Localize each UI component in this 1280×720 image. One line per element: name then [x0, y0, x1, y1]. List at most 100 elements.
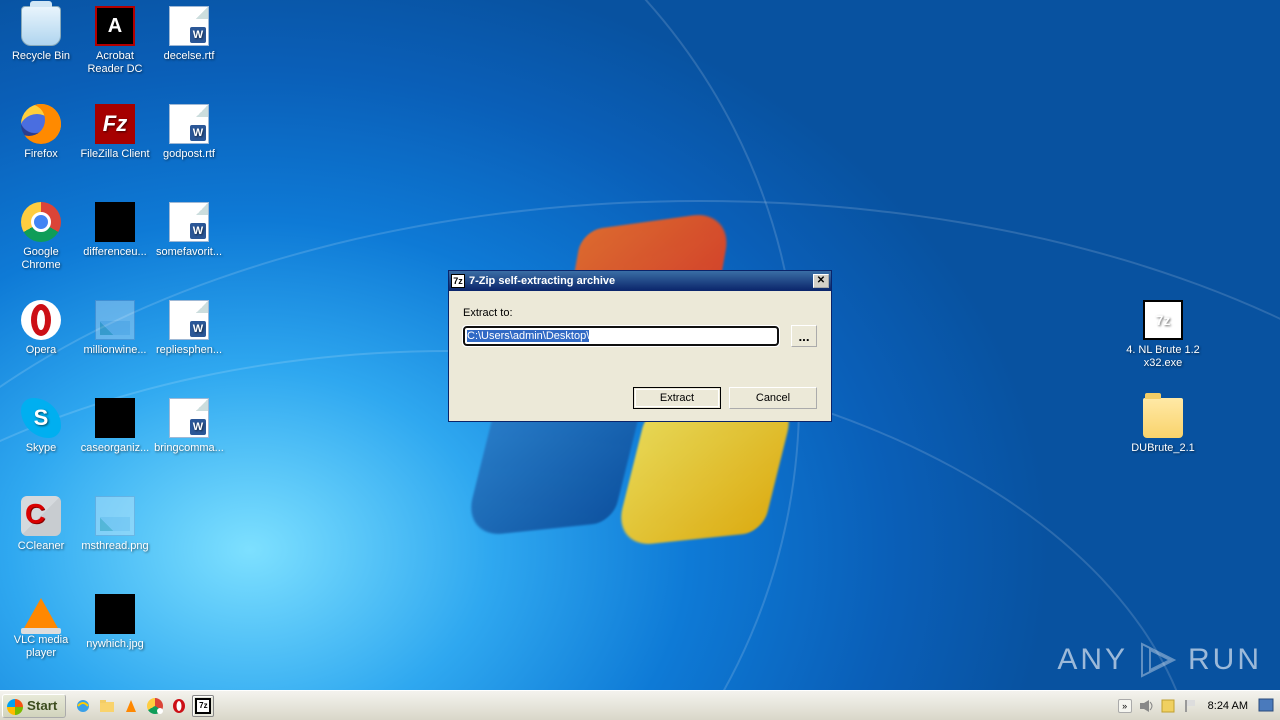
chrome-icon: [147, 698, 163, 714]
desktop-icon-msthread[interactable]: msthread.png: [78, 496, 152, 553]
cancel-button[interactable]: Cancel: [729, 387, 817, 409]
desktop-icon-ccleaner[interactable]: CCleaner: [4, 496, 78, 553]
file-icon: [95, 398, 135, 438]
watermark-text-run: RUN: [1188, 643, 1262, 677]
icon-label: caseorganiz...: [78, 442, 152, 455]
rtf-icon: [169, 104, 209, 144]
watermark-text-any: ANY: [1057, 643, 1128, 677]
opera-icon: [21, 300, 61, 340]
icon-label: CCleaner: [4, 540, 78, 553]
desktop-icon-acrobat[interactable]: A Acrobat Reader DC: [78, 6, 152, 75]
desktop-icon-skype[interactable]: S Skype: [4, 398, 78, 455]
quick-launch-vlc[interactable]: [120, 695, 142, 717]
desktop-icon-somefavorit[interactable]: somefavorit...: [152, 202, 226, 259]
vlc-icon: [123, 698, 139, 714]
desktop-icon-chrome[interactable]: Google Chrome: [4, 202, 78, 271]
icon-label: FileZilla Client: [78, 148, 152, 161]
icon-label: millionwine...: [78, 344, 152, 357]
icon-label: Opera: [4, 344, 78, 357]
folder-icon: [99, 698, 115, 714]
desktop-icon-bringcomma[interactable]: bringcomma...: [152, 398, 226, 455]
desktop-icon-decelse[interactable]: decelse.rtf: [152, 6, 226, 63]
browse-button[interactable]: ...: [791, 325, 817, 347]
icon-label: DUBrute_2.1: [1126, 442, 1200, 455]
system-tray: » 8:24 AM: [1118, 698, 1280, 714]
icon-label: Skype: [4, 442, 78, 455]
icon-label: differenceu...: [78, 246, 152, 259]
desktop-icon-repliesphen[interactable]: repliesphen...: [152, 300, 226, 357]
taskbar: Start 7z » 8:24 AM: [0, 690, 1280, 720]
rtf-icon: [169, 202, 209, 242]
extract-to-label: Extract to:: [463, 307, 817, 319]
icon-label: Google Chrome: [4, 246, 78, 271]
dialog-titlebar[interactable]: 7z 7-Zip self-extracting archive ✕: [449, 271, 831, 291]
flag-icon[interactable]: [1182, 698, 1198, 714]
desktop-icon-nywhich[interactable]: nywhich.jpg: [78, 594, 152, 651]
extract-button[interactable]: Extract: [633, 387, 721, 409]
tray-expand-button[interactable]: »: [1118, 699, 1132, 713]
quick-launch: 7z: [72, 695, 214, 717]
desktop-icon-file[interactable]: caseorganiz...: [78, 398, 152, 455]
ie-icon: [75, 698, 91, 714]
icon-label: msthread.png: [78, 540, 152, 553]
icon-label: 4. NL Brute 1.2 x32.exe: [1126, 344, 1200, 369]
close-button[interactable]: ✕: [813, 274, 829, 288]
start-label: Start: [27, 698, 57, 713]
skype-icon: S: [21, 398, 61, 438]
desktop-icon-firefox[interactable]: Firefox: [4, 104, 78, 161]
icon-label: Acrobat Reader DC: [78, 50, 152, 75]
show-desktop-button[interactable]: [1258, 698, 1274, 714]
icon-label: somefavorit...: [152, 246, 226, 259]
desktop-icon-vlc[interactable]: VLC media player: [4, 594, 78, 659]
icon-label: nywhich.jpg: [78, 638, 152, 651]
desktop-icon-godpost[interactable]: godpost.rtf: [152, 104, 226, 161]
quick-launch-opera[interactable]: [168, 695, 190, 717]
desktop-icon-opera[interactable]: Opera: [4, 300, 78, 357]
rtf-icon: [169, 6, 209, 46]
vlc-icon: [23, 598, 59, 630]
icon-label: VLC media player: [4, 634, 78, 659]
image-icon: [95, 594, 135, 634]
icon-label: godpost.rtf: [152, 148, 226, 161]
file-icon: [95, 202, 135, 242]
desktop-icon-filezilla[interactable]: Fz FileZilla Client: [78, 104, 152, 161]
icon-label: Firefox: [4, 148, 78, 161]
icon-label: decelse.rtf: [152, 50, 226, 63]
taskbar-item-7zip[interactable]: 7z: [192, 695, 214, 717]
start-button[interactable]: Start: [2, 694, 66, 718]
icon-label: repliesphen...: [152, 344, 226, 357]
quick-launch-explorer[interactable]: [96, 695, 118, 717]
image-icon: [95, 496, 135, 536]
chrome-icon: [21, 202, 61, 242]
7z-icon: 7z: [1143, 300, 1183, 340]
anyrun-watermark: ANY RUN: [1057, 640, 1262, 680]
7z-icon: 7z: [195, 698, 211, 714]
dialog-7zip-sfx: 7z 7-Zip self-extracting archive ✕ Extra…: [448, 270, 832, 422]
desktop-icon-file[interactable]: millionwine...: [78, 300, 152, 357]
7z-icon: 7z: [451, 274, 465, 288]
rtf-icon: [169, 398, 209, 438]
firefox-icon: [21, 104, 61, 144]
volume-icon[interactable]: [1138, 698, 1154, 714]
rtf-icon: [169, 300, 209, 340]
opera-icon: [171, 698, 187, 714]
security-icon[interactable]: [1160, 698, 1176, 714]
ccleaner-icon: [21, 496, 61, 536]
adobe-icon: A: [95, 6, 135, 46]
desktop-icon-nlbrute[interactable]: 7z 4. NL Brute 1.2 x32.exe: [1126, 300, 1200, 369]
dialog-title: 7-Zip self-extracting archive: [469, 275, 813, 287]
icon-label: bringcomma...: [152, 442, 226, 455]
recycle-bin-icon: [21, 6, 61, 46]
quick-launch-chrome[interactable]: [144, 695, 166, 717]
filezilla-icon: Fz: [95, 104, 135, 144]
extract-path-input[interactable]: [463, 326, 779, 346]
folder-icon: [1143, 398, 1183, 438]
desktop-icon-dubrute[interactable]: DUBrute_2.1: [1126, 398, 1200, 455]
icon-label: Recycle Bin: [4, 50, 78, 63]
file-icon: [95, 300, 135, 340]
quick-launch-ie[interactable]: [72, 695, 94, 717]
desktop-icon-file[interactable]: differenceu...: [78, 202, 152, 259]
play-icon: [1136, 640, 1180, 680]
desktop-icon-recycle-bin[interactable]: Recycle Bin: [4, 6, 78, 63]
taskbar-clock[interactable]: 8:24 AM: [1204, 700, 1252, 712]
